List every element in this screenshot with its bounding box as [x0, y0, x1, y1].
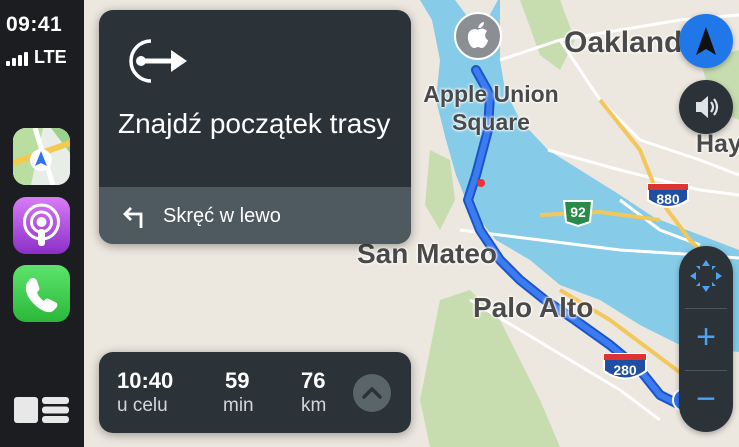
map-controls: + −	[679, 246, 733, 432]
speaker-icon	[696, 96, 719, 118]
turn-left-icon	[121, 204, 147, 235]
map-label-palo-alto: Palo Alto	[473, 292, 594, 323]
map-label-oakland: Oakland	[564, 26, 683, 59]
network-type: LTE	[34, 47, 67, 67]
zoom-out-icon: −	[696, 380, 716, 418]
next-maneuver-label: Skręć w lewo	[163, 205, 281, 227]
status-bar: LTE	[6, 48, 67, 66]
trip-distance: 76	[301, 368, 326, 393]
expand-trip-button[interactable]	[353, 374, 391, 412]
shield-880-icon: 880	[646, 182, 690, 212]
maneuver-title: Znajdź początek trasy	[118, 108, 391, 139]
route-start-icon	[117, 38, 191, 89]
shield-280-icon: 280	[602, 352, 648, 384]
audio-button[interactable]	[679, 80, 733, 134]
chevron-up-icon	[362, 387, 382, 399]
map-label-hayward: Hayw	[696, 130, 739, 158]
next-maneuver[interactable]: Skręć w lewo	[99, 187, 411, 244]
trip-duration: 59	[225, 368, 250, 393]
arrival-time: 10:40	[117, 368, 174, 393]
shield-880-label: 880	[656, 191, 680, 207]
trip-duration-unit: min	[223, 395, 254, 416]
zoom-out-button[interactable]: −	[679, 372, 733, 430]
compass-icon	[696, 27, 716, 55]
shield-92-label: 92	[570, 204, 586, 220]
controls-divider	[685, 370, 727, 371]
shield-280-label: 280	[613, 362, 637, 378]
phone-icon[interactable]	[13, 265, 70, 322]
pan-arrows-icon	[690, 260, 722, 292]
status-time: 09:41	[6, 13, 63, 36]
arrival-label: u celu	[117, 395, 168, 416]
pan-button[interactable]	[679, 246, 733, 306]
signal-strength-icon	[6, 50, 28, 66]
maps-icon[interactable]	[13, 128, 70, 185]
apple-store-pin[interactable]	[454, 12, 502, 60]
shield-92-icon: 92	[560, 198, 596, 228]
zoom-in-icon: +	[696, 318, 716, 356]
apple-logo-icon	[467, 22, 488, 48]
carplay-dock: 09:41 LTE	[0, 0, 84, 447]
map-label-apple-union-square: Apple Union Square	[423, 81, 559, 135]
controls-divider	[685, 308, 727, 309]
trip-distance-unit: km	[301, 395, 327, 416]
dashboard-icon[interactable]	[14, 396, 70, 424]
compass-button[interactable]	[679, 14, 733, 68]
trip-info-card[interactable]: 10:40 u celu 59 min 76 km	[99, 352, 411, 433]
navigation-card[interactable]: Znajdź początek trasy Skręć w lewo	[99, 10, 411, 244]
podcasts-icon[interactable]	[13, 197, 70, 254]
zoom-in-button[interactable]: +	[679, 310, 733, 368]
